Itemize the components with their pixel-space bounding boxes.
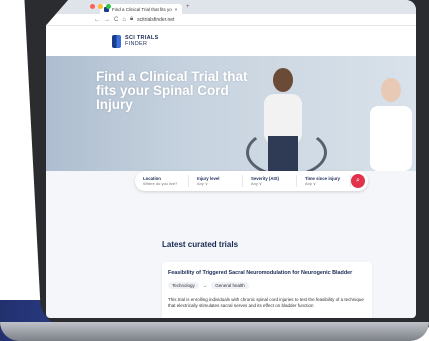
latest-trials-heading: Latest curated trials [162, 240, 239, 249]
browser-tabbar: Find a Clinical Trial that fits yo × + [46, 0, 416, 14]
browser-tab[interactable]: Find a Clinical Trial that fits yo × [100, 4, 182, 14]
site-header: SCI TRIALS FINDER [46, 26, 416, 56]
site-logo[interactable]: SCI TRIALS FINDER [125, 35, 159, 47]
trial-title[interactable]: Feasibility of Triggered Sacral Neuromod… [168, 270, 366, 276]
reload-icon[interactable]: C [114, 17, 118, 23]
logo-line2: FINDER [125, 41, 148, 47]
field-value: Where do you live? [143, 181, 178, 186]
hero-clinician-image [370, 78, 412, 171]
search-button[interactable]: ⌕ [351, 174, 365, 188]
wheelchair-image [246, 128, 327, 177]
forward-icon[interactable]: → [104, 17, 110, 23]
tag-general-health[interactable]: General health [211, 282, 249, 289]
time-since-injury-select[interactable]: Time since injury Any ∨ [297, 175, 351, 187]
logo-icon[interactable] [112, 34, 121, 48]
search-icon: ⌕ [356, 177, 360, 184]
hero-banner: Find a Clinical Trial that fits your Spi… [46, 56, 416, 177]
home-icon[interactable]: ⌂ [122, 17, 126, 23]
close-window-button[interactable] [90, 4, 95, 9]
tab-close-icon[interactable]: × [175, 7, 178, 12]
arrow-icon: → [202, 283, 208, 288]
tag-technology[interactable]: Technology [168, 282, 199, 289]
field-value: Any ∨ [251, 181, 262, 186]
window-controls [90, 4, 111, 9]
severity-select[interactable]: Severity (AIS) Any ∨ [243, 175, 297, 187]
trial-card[interactable]: Feasibility of Triggered Sacral Neuromod… [162, 262, 372, 318]
field-value: Any ∨ [197, 181, 208, 186]
field-value: Any ∨ [305, 181, 316, 186]
address-bar[interactable]: ← → C ⌂ 🔒︎ scitrialsfinder.net [46, 14, 416, 26]
hero-title: Find a Clinical Trial that fits your Spi… [96, 69, 248, 112]
laptop-screen: Find a Clinical Trial that fits yo × + ←… [46, 0, 416, 318]
trial-description: This trial is enrolling individuals with… [168, 297, 364, 308]
tab-title: Find a Clinical Trial that fits yo [112, 6, 172, 12]
back-icon[interactable]: ← [94, 17, 100, 23]
location-field[interactable]: Location Where do you live? [135, 175, 189, 187]
injury-level-select[interactable]: Injury level Any ∨ [189, 175, 243, 187]
laptop-base [0, 322, 429, 341]
url-text[interactable]: scitrialsfinder.net [137, 17, 174, 23]
maximize-window-button[interactable] [106, 4, 111, 9]
minimize-window-button[interactable] [98, 4, 103, 9]
new-tab-icon[interactable]: + [186, 4, 190, 10]
trial-search-bar: Location Where do you live? Injury level… [135, 171, 368, 191]
trial-tags: Technology → General health [168, 282, 366, 289]
lock-icon: 🔒︎ [129, 16, 134, 22]
